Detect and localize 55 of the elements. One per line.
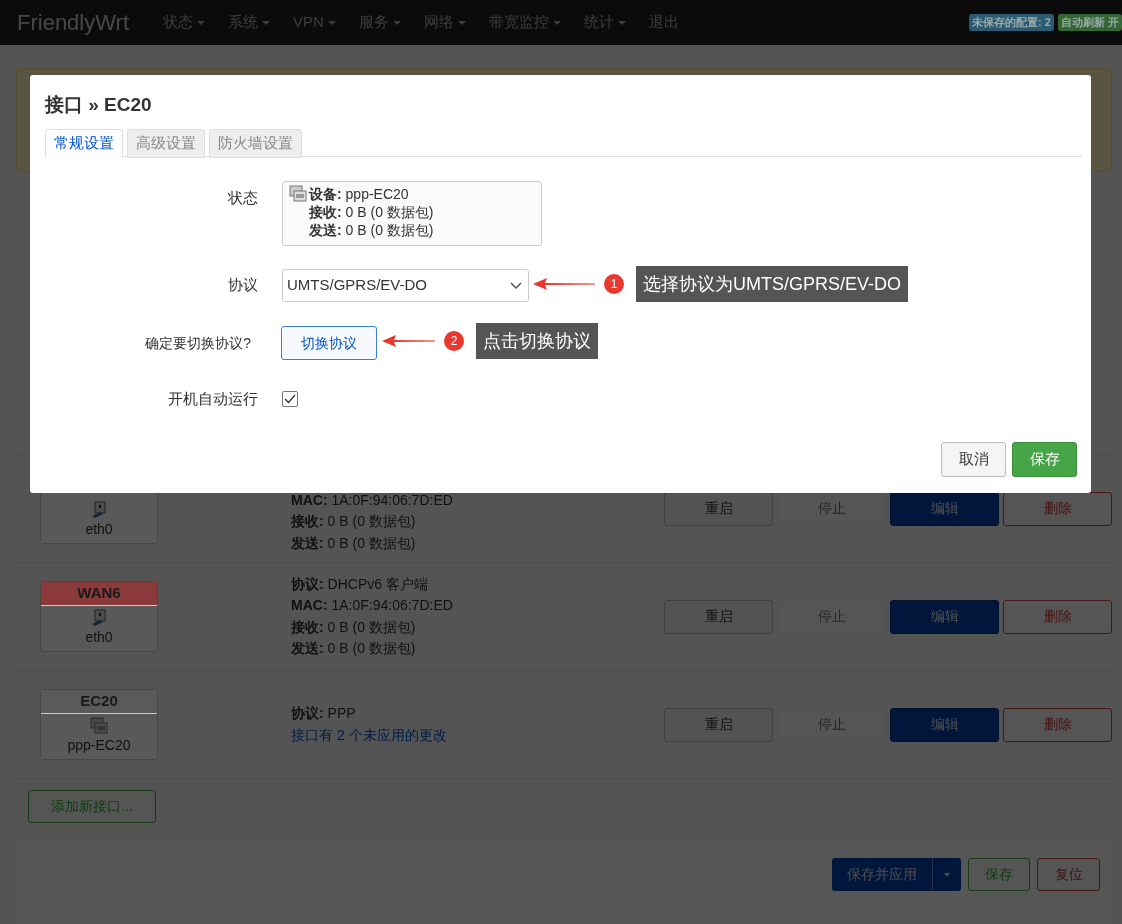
- network-port-icon: [91, 609, 107, 627]
- settings-tab[interactable]: 高级设置: [127, 129, 205, 158]
- row-action-button[interactable]: 编辑: [890, 599, 999, 634]
- interface-info: 发送: 0 B (0 数据包): [291, 639, 417, 658]
- row-action-button[interactable]: 编辑: [890, 491, 999, 526]
- interface-info: 发送: 0 B (0 数据包): [291, 533, 417, 553]
- save-button[interactable]: 保存: [1012, 441, 1077, 477]
- pending-changes-link[interactable]: 接口有 2 个未应用的更改: [291, 724, 664, 746]
- interface-name: EC20: [41, 690, 157, 714]
- status-info: 发送: 0 B (0 数据包): [309, 221, 434, 239]
- autostart-checkbox[interactable]: [282, 391, 298, 408]
- status-info: 设备: ppp-EC20: [309, 185, 410, 203]
- callout-label: 点击切换协议: [476, 323, 598, 359]
- protocol-select[interactable]: UMTS/GPRS/EV-DO: [282, 269, 529, 302]
- status-badge[interactable]: 未保存的配置: 2: [969, 14, 1054, 31]
- row-action-button[interactable]: 删除: [1003, 707, 1112, 742]
- field-label: 状态: [227, 188, 258, 208]
- field-label: 开机自动运行: [167, 389, 258, 409]
- settings-tab[interactable]: 防火墙设置: [209, 129, 302, 158]
- status-badge[interactable]: 自动刷新 开: [1057, 14, 1122, 31]
- interface-info: MAC: 1A:0F:94:06:7D:ED: [291, 490, 454, 510]
- caret-icon: [944, 872, 950, 877]
- dropdown-toggle[interactable]: [933, 858, 961, 891]
- device-name: eth0: [85, 628, 113, 647]
- status-info: 接收: 0 B (0 数据包): [309, 203, 434, 221]
- interface-name: WAN6: [41, 582, 157, 606]
- arrow-icon: [533, 278, 595, 290]
- row-action-button[interactable]: 删除: [1003, 599, 1112, 634]
- chevron-down-icon: [510, 281, 522, 290]
- row-action-button[interactable]: 重启: [664, 707, 773, 742]
- row-action-button[interactable]: 编辑: [890, 707, 999, 742]
- interface-info: 接收: 0 B (0 数据包): [291, 512, 417, 532]
- cancel-button[interactable]: 取消: [941, 441, 1006, 477]
- arrow-icon: [382, 335, 435, 347]
- network-port-icon: [91, 501, 107, 519]
- row-action-button[interactable]: 删除: [1003, 491, 1112, 526]
- interface-info: 协议: DHCPv6 客户端: [291, 574, 429, 594]
- interface-info: 协议: PPP: [291, 704, 357, 723]
- field-label: 确定要切换协议?: [144, 333, 251, 353]
- device-icon: [289, 185, 307, 203]
- device-icon: [90, 717, 108, 735]
- device-name: ppp-EC20: [67, 736, 131, 755]
- callout-label: 选择协议为UMTS/GPRS/EV-DO: [636, 266, 909, 302]
- field-label: 协议: [227, 275, 258, 296]
- settings-tab[interactable]: 常规设置: [45, 129, 123, 158]
- row-action-button[interactable]: 重启: [664, 491, 773, 526]
- device-name: eth0: [85, 520, 113, 539]
- row-action-button[interactable]: 重启: [664, 599, 773, 634]
- interface-info: 接收: 0 B (0 数据包): [291, 617, 417, 637]
- switch-protocol-button[interactable]: 切换协议: [281, 326, 377, 360]
- save-apply-button[interactable]: 保存并应用: [832, 858, 933, 891]
- reset-button[interactable]: 复位: [1037, 858, 1100, 891]
- interface-info: MAC: 1A:0F:94:06:7D:ED: [291, 596, 454, 615]
- modal-title: 接口 » EC20: [45, 93, 153, 117]
- save-button[interactable]: 保存: [968, 858, 1030, 891]
